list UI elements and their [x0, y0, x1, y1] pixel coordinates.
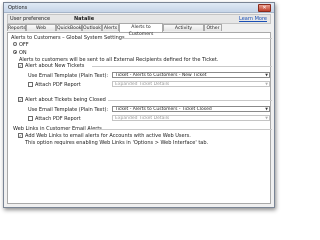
new-template-select[interactable]: Ticket - Alerts to Customers - New Ticke…: [112, 72, 270, 78]
web-links-label: Add Web Links to email alerts for Accoun…: [25, 133, 191, 139]
off-radio[interactable]: [13, 42, 17, 46]
closed-template-select[interactable]: Ticket - Alerts to Customers - Ticket Cl…: [112, 106, 270, 112]
closed-pdf-report-value: Expanded Ticket Details: [115, 116, 170, 121]
web-links-checkbox[interactable]: ✓: [18, 133, 23, 138]
learn-more-link[interactable]: Learn More: [239, 16, 267, 22]
new-attach-pdf-checkbox[interactable]: [28, 82, 33, 87]
divider: [122, 38, 272, 39]
new-tickets-label: Alert about New Tickets: [25, 63, 85, 69]
user-name: Natalie: [74, 16, 95, 22]
on-label: ON: [19, 50, 27, 56]
new-tickets-checkbox[interactable]: ✓: [18, 63, 23, 68]
new-template-value: Ticket - Alerts to Customers - New Ticke…: [115, 73, 207, 78]
section-heading: Alerts to Customers – Global System Sett…: [11, 35, 125, 41]
new-pdf-report-value: Expanded Ticket Details: [115, 82, 170, 87]
divider: [92, 66, 272, 67]
closed-template-label: Use Email Template (Plain Text):: [28, 107, 109, 113]
divider: [108, 100, 272, 101]
closed-attach-pdf-label: Attach PDF Report: [35, 116, 81, 122]
divider: [88, 129, 272, 130]
tab-activity-templates[interactable]: Activity Templates: [163, 24, 204, 38]
tab-other[interactable]: Other: [204, 24, 222, 31]
user-preference-label: User preference: [10, 16, 51, 22]
chevron-down-icon: ▼: [265, 73, 268, 77]
options-window: Options ✕ User preference Natalie Learn …: [3, 2, 275, 208]
chevron-down-icon: ▼: [265, 107, 268, 111]
tab-alerts[interactable]: Alerts: [102, 24, 119, 31]
closed-tickets-checkbox[interactable]: ✓: [18, 97, 23, 102]
tab-outlook[interactable]: Outlook: [82, 24, 102, 31]
close-icon: ✕: [262, 5, 267, 11]
tab-quickbooks[interactable]: QuickBooks: [56, 24, 84, 31]
tab-reports[interactable]: Reports: [7, 24, 26, 31]
new-attach-pdf-label: Attach PDF Report: [35, 82, 81, 88]
closed-pdf-report-select[interactable]: Expanded Ticket Details ▼: [112, 115, 270, 121]
alerts-to-customers-panel: Alerts to Customers – Global System Sett…: [7, 32, 272, 204]
title-bar: Options ✕: [4, 3, 274, 13]
closed-tickets-label: Alert about Tickets being Closed: [25, 97, 106, 103]
window-title: Options: [8, 5, 28, 11]
new-template-label: Use Email Template (Plain Text):: [28, 73, 109, 79]
new-pdf-report-select[interactable]: Expanded Ticket Details ▼: [112, 81, 270, 87]
web-links-note: This option requires enabling Web Links …: [25, 140, 209, 146]
chevron-down-icon: ▼: [265, 116, 268, 120]
tab-web-interface[interactable]: Web Interface: [26, 24, 56, 38]
chevron-down-icon: ▼: [265, 82, 268, 86]
tab-alerts-to-customers[interactable]: Alerts to Customers: [119, 23, 163, 37]
close-button[interactable]: ✕: [258, 4, 271, 12]
tab-strip: Reports Web Interface QuickBooks Outlook…: [7, 23, 271, 38]
off-label: OFF: [19, 42, 29, 48]
closed-template-value: Ticket - Alerts to Customers - Ticket Cl…: [115, 107, 212, 112]
closed-attach-pdf-checkbox[interactable]: [28, 116, 33, 121]
on-radio[interactable]: [13, 50, 17, 54]
